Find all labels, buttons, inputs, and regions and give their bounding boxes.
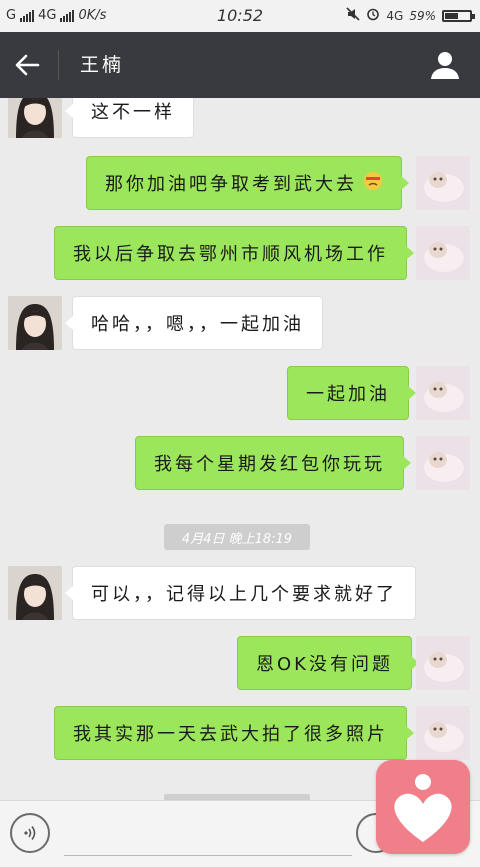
person-icon[interactable] — [428, 48, 462, 82]
message-text: 我每个星期发红包你玩玩 — [154, 454, 385, 475]
friend-avatar[interactable] — [8, 98, 62, 138]
my-avatar[interactable] — [416, 366, 470, 420]
my-avatar[interactable] — [416, 706, 470, 760]
message-text: 这不一样 — [91, 102, 175, 123]
my-avatar[interactable] — [416, 636, 470, 690]
message-text: 那你加油吧争取考到武大去 — [105, 174, 357, 195]
message-bubble[interactable]: 那你加油吧争取考到武大去 — [86, 156, 409, 210]
battery-fill — [445, 13, 459, 19]
message-bubble[interactable]: 我每个星期发红包你玩玩 — [135, 436, 411, 490]
message-input[interactable] — [64, 819, 352, 856]
alarm-icon — [366, 7, 380, 25]
contact-name: 王楠 — [80, 54, 125, 76]
mute-icon — [346, 7, 360, 25]
emoji-face-icon — [363, 171, 383, 196]
my-avatar[interactable] — [416, 156, 470, 210]
message-text: 恩OK没有问题 — [256, 654, 393, 675]
battery-icon — [442, 10, 475, 22]
message-bubble[interactable]: 一起加油 — [287, 366, 416, 420]
message-bubble[interactable]: 我其实那一天去武大拍了很多照片 — [54, 706, 414, 760]
message-bubble[interactable]: 哈哈，，嗯，，一起加油 — [65, 296, 323, 350]
message-text: 哈哈，，嗯，，一起加油 — [91, 314, 304, 335]
floating-heart-badge[interactable] — [376, 760, 470, 854]
status-bar: G 4G 0K/s 10:52 4G 59% — [0, 0, 480, 32]
battery-percent: 59% — [409, 9, 436, 23]
message-bubble[interactable]: 我以后争取去鄂州市顺风机场工作 — [54, 226, 414, 280]
chat-area[interactable]: 这不一样 那你加油吧争取考到武大去 我以后争取去鄂州市顺风机场工作 哈哈，，嗯，… — [0, 98, 480, 800]
message-bubble[interactable]: 可以，，记得以上几个要求就好了 — [65, 566, 416, 620]
message-bubble[interactable]: 这不一样 — [65, 98, 194, 138]
message-bubble[interactable]: 恩OK没有问题 — [237, 636, 419, 690]
message-text: 一起加油 — [306, 384, 390, 405]
network-label-right: 4G — [386, 9, 404, 23]
friend-avatar[interactable] — [8, 566, 62, 620]
chat-header: 王楠 — [0, 32, 480, 98]
my-avatar[interactable] — [416, 226, 470, 280]
back-arrow-icon[interactable] — [10, 48, 44, 82]
message-text: 我其实那一天去武大拍了很多照片 — [73, 724, 388, 745]
voice-icon[interactable] — [10, 813, 50, 853]
my-avatar[interactable] — [416, 436, 470, 490]
friend-avatar[interactable] — [8, 296, 62, 350]
message-text: 可以，，记得以上几个要求就好了 — [91, 584, 397, 605]
chat-timestamp: 4月4日 晚上18:19 — [164, 524, 310, 550]
message-text: 我以后争取去鄂州市顺风机场工作 — [73, 244, 388, 265]
heart-person-icon — [394, 774, 452, 842]
header-divider — [58, 50, 59, 80]
